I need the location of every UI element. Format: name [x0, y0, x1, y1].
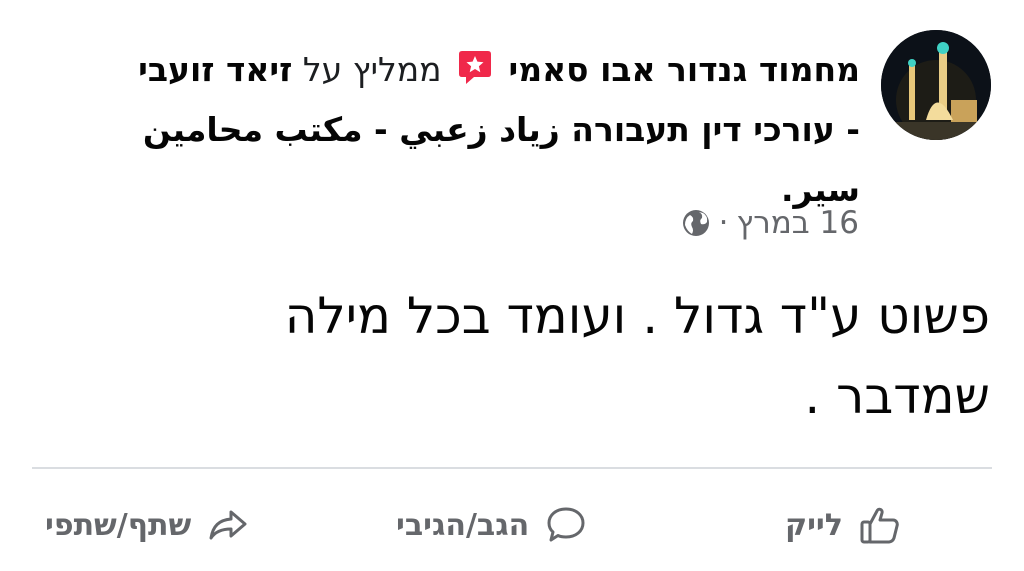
post-header: מחמוד גנדור אבו סאמי ממליץ על זיאד זועבי…: [60, 40, 860, 220]
post-date[interactable]: 16 במרץ: [736, 205, 859, 241]
meta-separator: ·: [718, 205, 729, 241]
avatar[interactable]: [881, 30, 991, 140]
like-button[interactable]: לייק: [785, 490, 901, 560]
comment-label: הגב/הגיבי: [396, 507, 530, 543]
page-name-end[interactable]: سير.: [781, 170, 860, 209]
mosque-avatar-icon: [881, 30, 991, 140]
post-body: פשוט ע"ד גדול . ועומד בכל מילה שמדבר .: [40, 276, 990, 436]
comment-bubble-icon: [547, 507, 585, 542]
author-name[interactable]: מחמוד גנדור אבו סאמי: [509, 50, 860, 89]
action-bar: שתף/שתפי הגב/הגיבי לייק: [0, 490, 1024, 560]
post-body-line: פשוט ע"ד גדול . ועומד בכל מילה: [284, 287, 990, 345]
share-label: שתף/שתפי: [45, 507, 192, 543]
page-name[interactable]: זיאד זועבי: [138, 50, 292, 89]
divider: [32, 467, 992, 469]
comment-button[interactable]: הגב/הגיבי: [396, 490, 587, 560]
recommendation-star-icon: [458, 44, 492, 84]
globe-icon: [681, 208, 711, 238]
recommends-text: ממליץ על: [302, 50, 442, 89]
share-button[interactable]: שתף/שתפי: [45, 490, 249, 560]
page-name-continued[interactable]: - עורכי דין תעבורה زياد زعبي - مكتب محام…: [143, 110, 860, 149]
share-arrow-icon: [209, 510, 247, 540]
post-meta: 16 במרץ ·: [681, 205, 859, 241]
thumbs-up-icon: [860, 507, 899, 544]
like-label: לייק: [785, 507, 843, 543]
post-body-line: שמדבר .: [804, 367, 990, 425]
